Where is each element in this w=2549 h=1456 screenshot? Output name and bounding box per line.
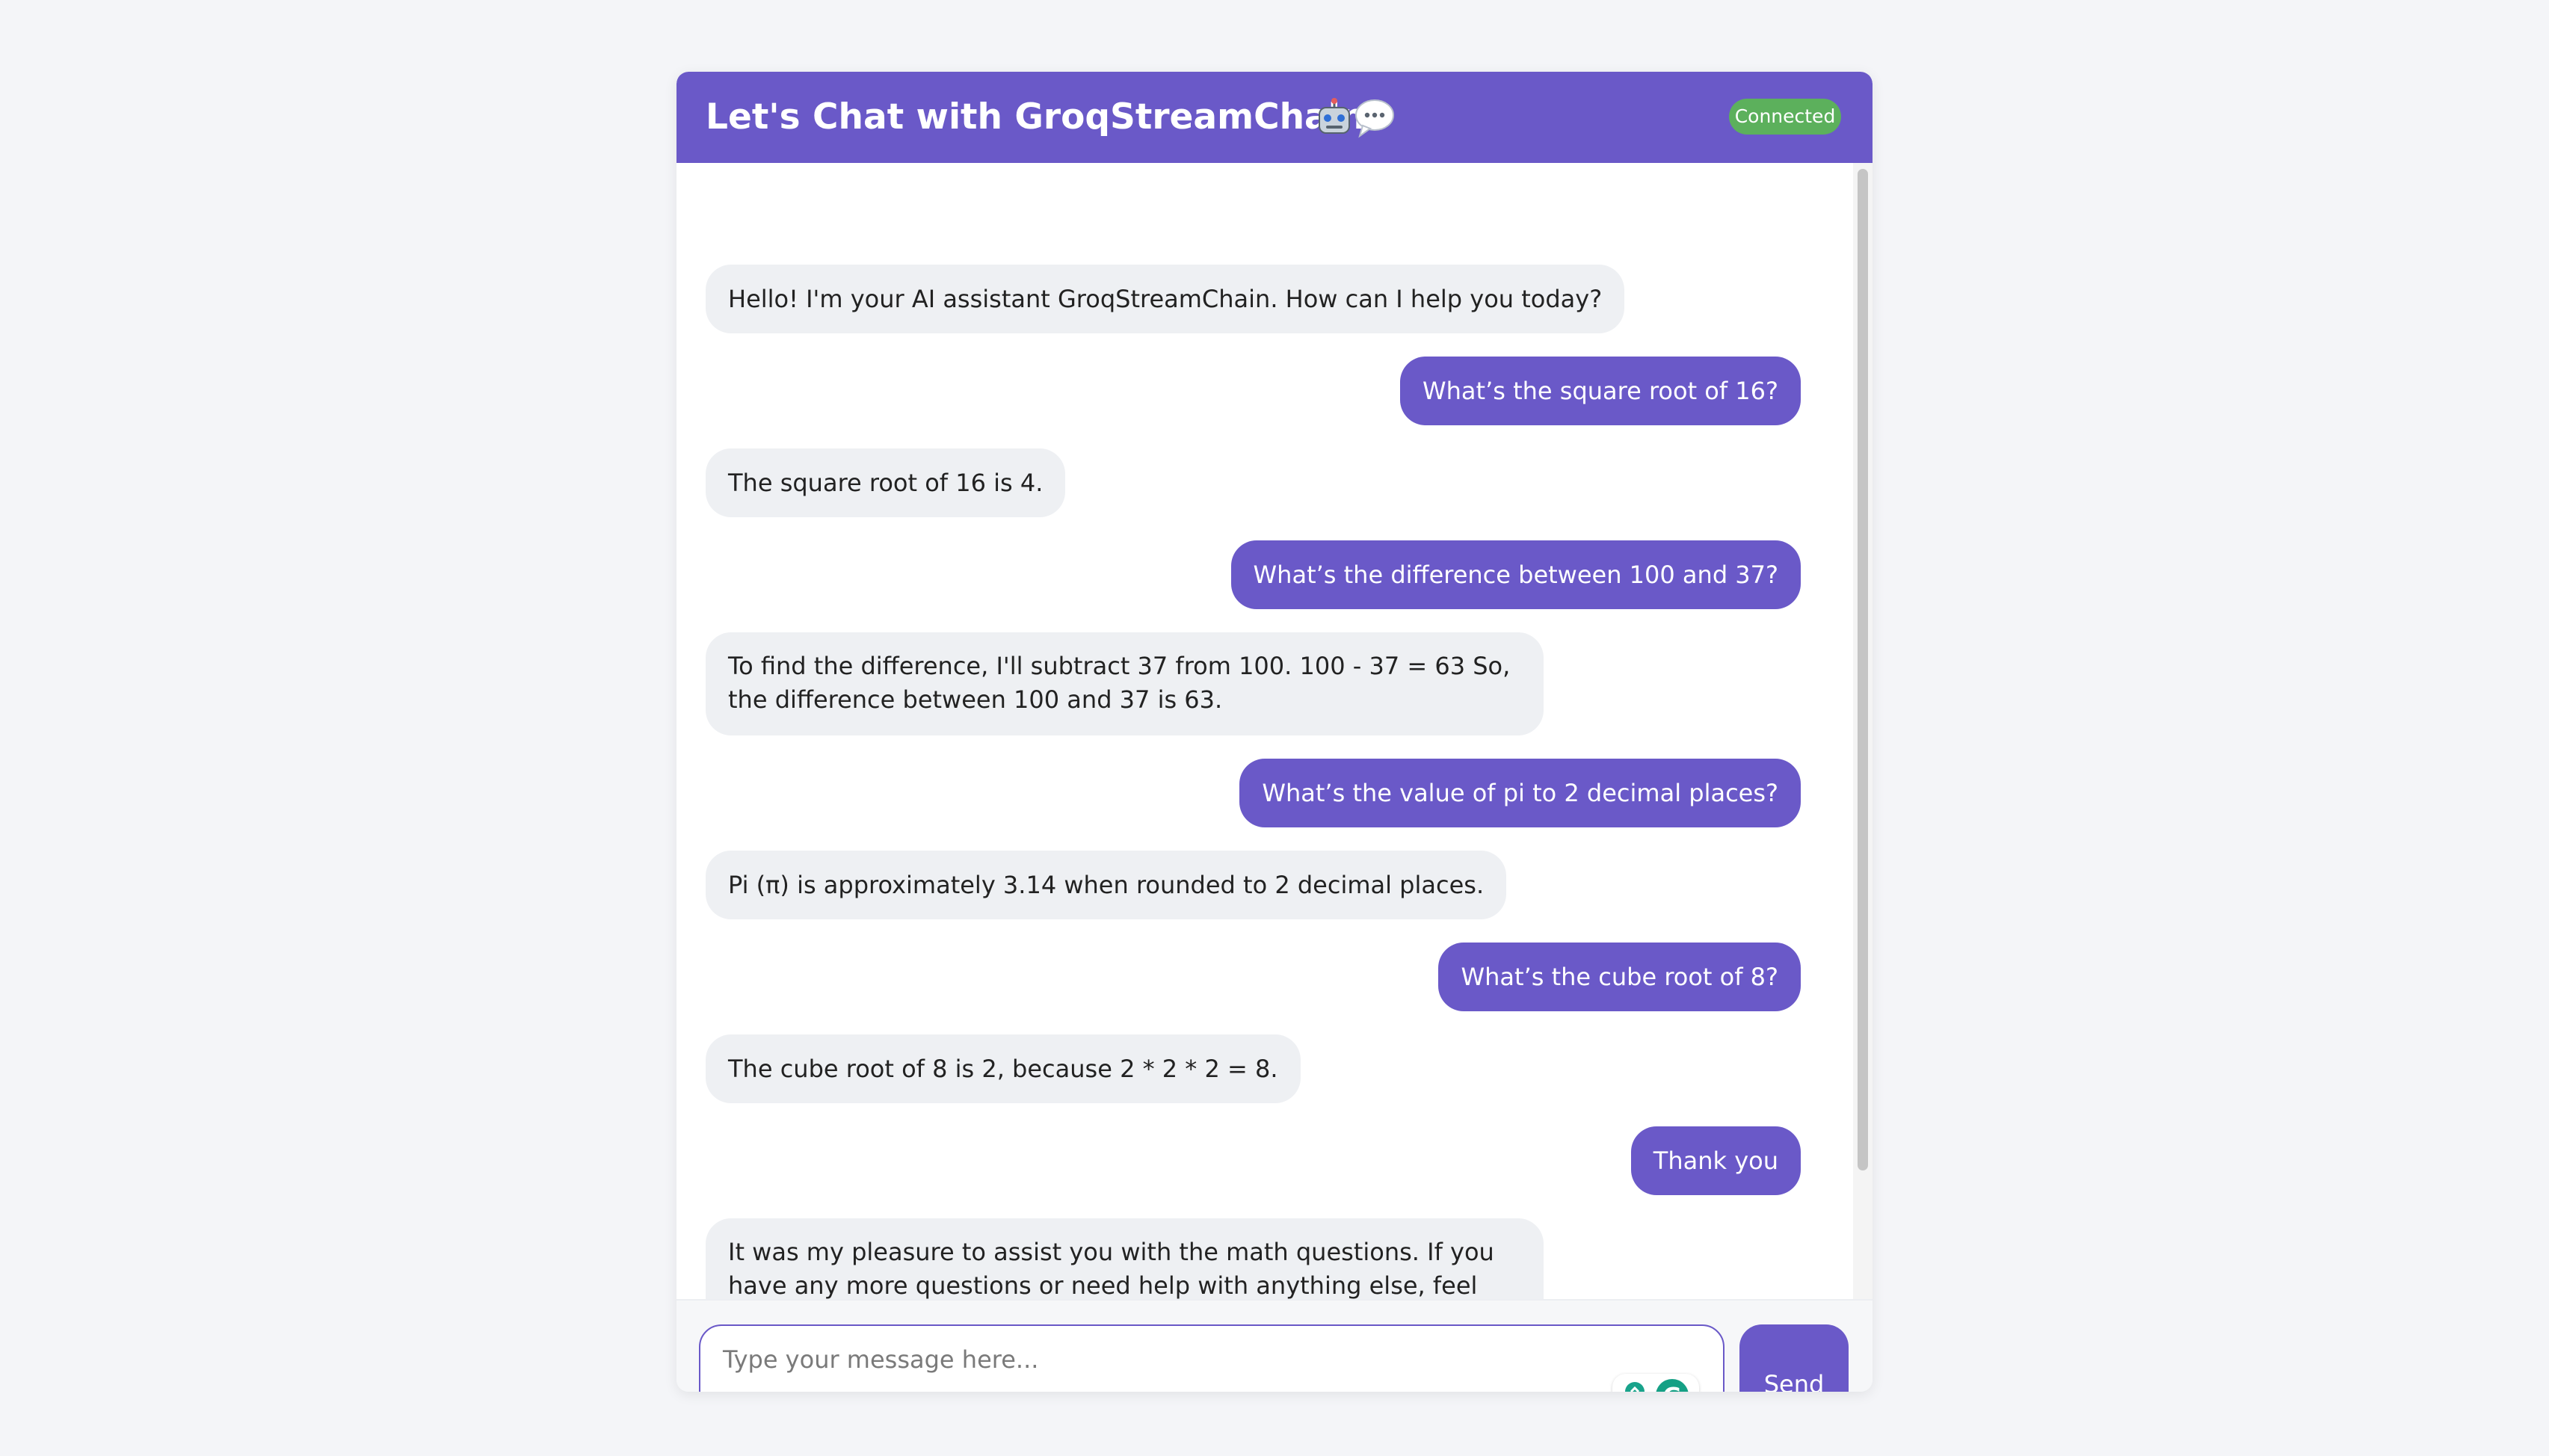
title-emoji-icons — [1319, 98, 1394, 138]
bot-message: Hello! I'm your AI assistant GroqStreamC… — [706, 265, 1625, 333]
bot-message: The square root of 16 is 4. — [706, 448, 1066, 517]
user-message: What’s the value of pi to 2 decimal plac… — [1239, 759, 1801, 827]
input-area: G Send — [676, 1299, 1873, 1392]
bot-message: It was my pleasure to assist you with th… — [706, 1218, 1544, 1299]
chat-title: Let's Chat with GroqStreamChain — [706, 96, 1366, 138]
bot-message: Pi (π) is approximately 3.14 when rounde… — [706, 851, 1507, 919]
message-scrollbar[interactable] — [1853, 163, 1873, 1299]
svg-text:G: G — [1663, 1383, 1682, 1392]
user-message: What’s the square root of 16? — [1399, 357, 1801, 425]
grammar-g-icon[interactable]: G — [1656, 1379, 1689, 1392]
scrollbar-thumb[interactable] — [1858, 169, 1868, 1170]
user-message: What’s the difference between 100 and 37… — [1230, 540, 1801, 609]
chat-header: Let's Chat with GroqStreamChain Connecte… — [676, 72, 1873, 163]
speech-bubble-icon — [1355, 99, 1394, 138]
chat-window: Let's Chat with GroqStreamChain Connecte… — [676, 72, 1873, 1392]
status-badge: Connected — [1729, 99, 1841, 135]
message-input[interactable] — [699, 1324, 1724, 1392]
robot-icon — [1319, 98, 1350, 134]
bot-message: The cube root of 8 is 2, because 2 * 2 *… — [706, 1034, 1301, 1103]
lightbulb-icon[interactable] — [1625, 1382, 1645, 1392]
user-message: Thank you — [1630, 1126, 1801, 1195]
user-message: What’s the cube root of 8? — [1438, 943, 1801, 1011]
send-button[interactable]: Send — [1739, 1324, 1849, 1392]
writing-assistant-widget[interactable]: G — [1612, 1374, 1699, 1392]
message-list[interactable]: Hello! I'm your AI assistant GroqStreamC… — [676, 163, 1853, 1299]
bot-message: To find the difference, I'll subtract 37… — [706, 632, 1544, 735]
writing-assistant-icons: G — [1625, 1379, 1689, 1392]
